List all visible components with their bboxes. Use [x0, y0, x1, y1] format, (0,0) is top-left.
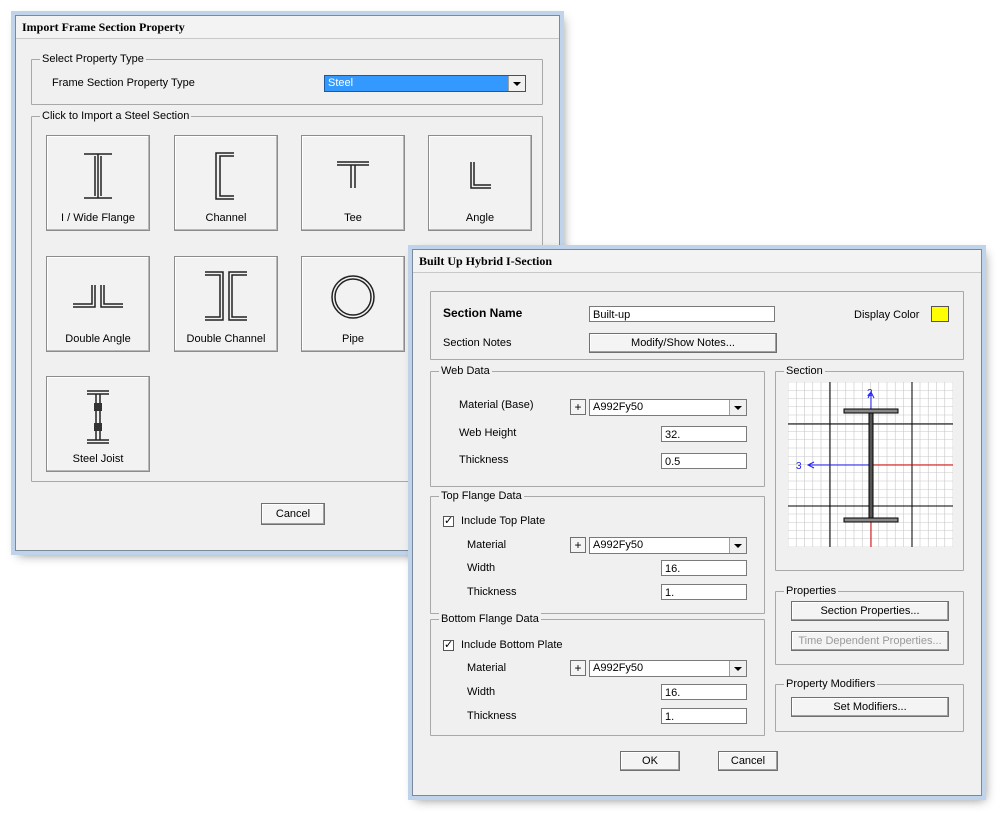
tile-i-wide-flange[interactable]: I / Wide Flange: [46, 135, 150, 231]
property-type-value: Steel: [328, 77, 354, 89]
web-data-label: Web Data: [439, 364, 492, 378]
bottom-width-label: Width: [467, 686, 496, 698]
builtup-cancel-button[interactable]: Cancel: [718, 751, 778, 771]
property-type-select[interactable]: Steel: [324, 75, 526, 92]
top-material-plus-button[interactable]: +: [570, 537, 586, 553]
top-width-label: Width: [467, 562, 496, 574]
bottom-material-select[interactable]: A992Fy50: [589, 660, 747, 677]
web-height-input[interactable]: 32.: [661, 426, 747, 442]
properties-label: Properties: [784, 584, 839, 598]
bottom-width-input[interactable]: 16.: [661, 684, 747, 700]
tile-label: Angle: [465, 212, 495, 224]
chevron-down-icon[interactable]: [508, 76, 525, 91]
section-drawing: 2 3: [788, 382, 953, 547]
top-flange-label: Top Flange Data: [439, 489, 524, 503]
tile-tee[interactable]: Tee: [301, 135, 405, 231]
chevron-down-icon[interactable]: [729, 661, 746, 676]
properties-group: Properties Section Properties... Time De…: [775, 584, 964, 665]
section-properties-button[interactable]: Section Properties...: [791, 601, 949, 621]
include-bottom-plate-label: Include Bottom Plate: [461, 639, 563, 651]
tile-label: Steel Joist: [72, 453, 124, 465]
include-top-plate-checkbox[interactable]: [443, 514, 454, 527]
tile-label: I / Wide Flange: [61, 212, 135, 224]
top-width-input[interactable]: 16.: [661, 560, 747, 576]
include-top-plate-label: Include Top Plate: [461, 515, 546, 527]
select-property-type-group: Select Property Type Frame Section Prope…: [31, 52, 543, 105]
web-material-plus-button[interactable]: +: [570, 399, 586, 415]
property-modifiers-group: Property Modifiers Set Modifiers...: [775, 677, 964, 732]
section-canvas: 2 3: [788, 382, 953, 547]
web-material-select[interactable]: A992Fy50: [589, 399, 747, 416]
set-modifiers-button[interactable]: Set Modifiers...: [791, 697, 949, 717]
tile-channel[interactable]: Channel: [174, 135, 278, 231]
display-color-label: Display Color: [854, 309, 920, 321]
top-material-select[interactable]: A992Fy50: [589, 537, 747, 554]
tile-double-channel[interactable]: Double Channel: [174, 256, 278, 352]
builtup-dialog-title: Built Up Hybrid I-Section: [413, 250, 981, 273]
bottom-thickness-label: Thickness: [467, 710, 517, 722]
tile-steel-joist[interactable]: Steel Joist: [46, 376, 150, 472]
web-thickness-label: Thickness: [459, 454, 509, 466]
axis-2-label: 2: [867, 388, 873, 399]
chevron-down-icon[interactable]: [729, 538, 746, 553]
web-data-group: Web Data Material (Base) + A992Fy50 Web …: [430, 364, 765, 487]
bottom-thickness-input[interactable]: 1.: [661, 708, 747, 724]
chevron-down-icon[interactable]: [729, 400, 746, 415]
bottom-material-value: A992Fy50: [593, 662, 644, 674]
top-material-value: A992Fy50: [593, 539, 644, 551]
top-flange-group: Top Flange Data Include Top Plate Materi…: [430, 489, 765, 614]
ok-button[interactable]: OK: [620, 751, 680, 771]
section-name-group: Section Name Built-up Display Color Sect…: [430, 291, 964, 360]
top-material-label: Material: [467, 539, 507, 551]
section-name-label: Section Name: [443, 306, 523, 320]
frame-section-property-type-label: Frame Section Property Type: [52, 77, 195, 89]
bottom-flange-label: Bottom Flange Data: [439, 612, 541, 626]
import-steel-section-label: Click to Import a Steel Section: [40, 109, 192, 123]
tile-double-angle[interactable]: Double Angle: [46, 256, 150, 352]
web-material-value: A992Fy50: [593, 401, 644, 413]
built-up-hybrid-dialog: Built Up Hybrid I-Section Section Name B…: [412, 249, 982, 796]
time-dependent-properties-button[interactable]: Time Dependent Properties...: [791, 631, 949, 651]
property-modifiers-label: Property Modifiers: [784, 677, 878, 691]
axis-3-label: 3: [796, 461, 802, 472]
include-bottom-plate-checkbox[interactable]: [443, 638, 454, 651]
section-preview-group: Section 2 3: [775, 364, 964, 571]
section-notes-label: Section Notes: [443, 337, 512, 349]
tile-label: Tee: [344, 212, 362, 224]
web-material-label: Material (Base): [459, 399, 534, 411]
top-thickness-label: Thickness: [467, 586, 517, 598]
bottom-material-plus-button[interactable]: +: [570, 660, 586, 676]
modify-show-notes-button[interactable]: Modify/Show Notes...: [589, 333, 777, 353]
tile-angle[interactable]: Angle: [428, 135, 532, 231]
top-thickness-input[interactable]: 1.: [661, 584, 747, 600]
section-preview-label: Section: [784, 364, 825, 378]
display-color-swatch[interactable]: [931, 306, 949, 322]
builtup-dialog-client: Section Name Built-up Display Color Sect…: [413, 273, 981, 795]
tile-label: Double Channel: [186, 333, 266, 345]
bottom-flange-group: Bottom Flange Data Include Bottom Plate …: [430, 612, 765, 736]
bottom-material-label: Material: [467, 662, 507, 674]
tile-pipe[interactable]: Pipe: [301, 256, 405, 352]
tile-label: Pipe: [341, 333, 365, 345]
section-name-input[interactable]: Built-up: [589, 306, 775, 322]
web-thickness-input[interactable]: 0.5: [661, 453, 747, 469]
web-height-label: Web Height: [459, 427, 517, 439]
tile-label: Channel: [205, 212, 247, 224]
import-cancel-button[interactable]: Cancel: [261, 503, 325, 525]
import-dialog-title: Import Frame Section Property: [16, 16, 559, 39]
select-property-type-label: Select Property Type: [40, 52, 146, 66]
tile-label: Double Angle: [65, 333, 131, 345]
